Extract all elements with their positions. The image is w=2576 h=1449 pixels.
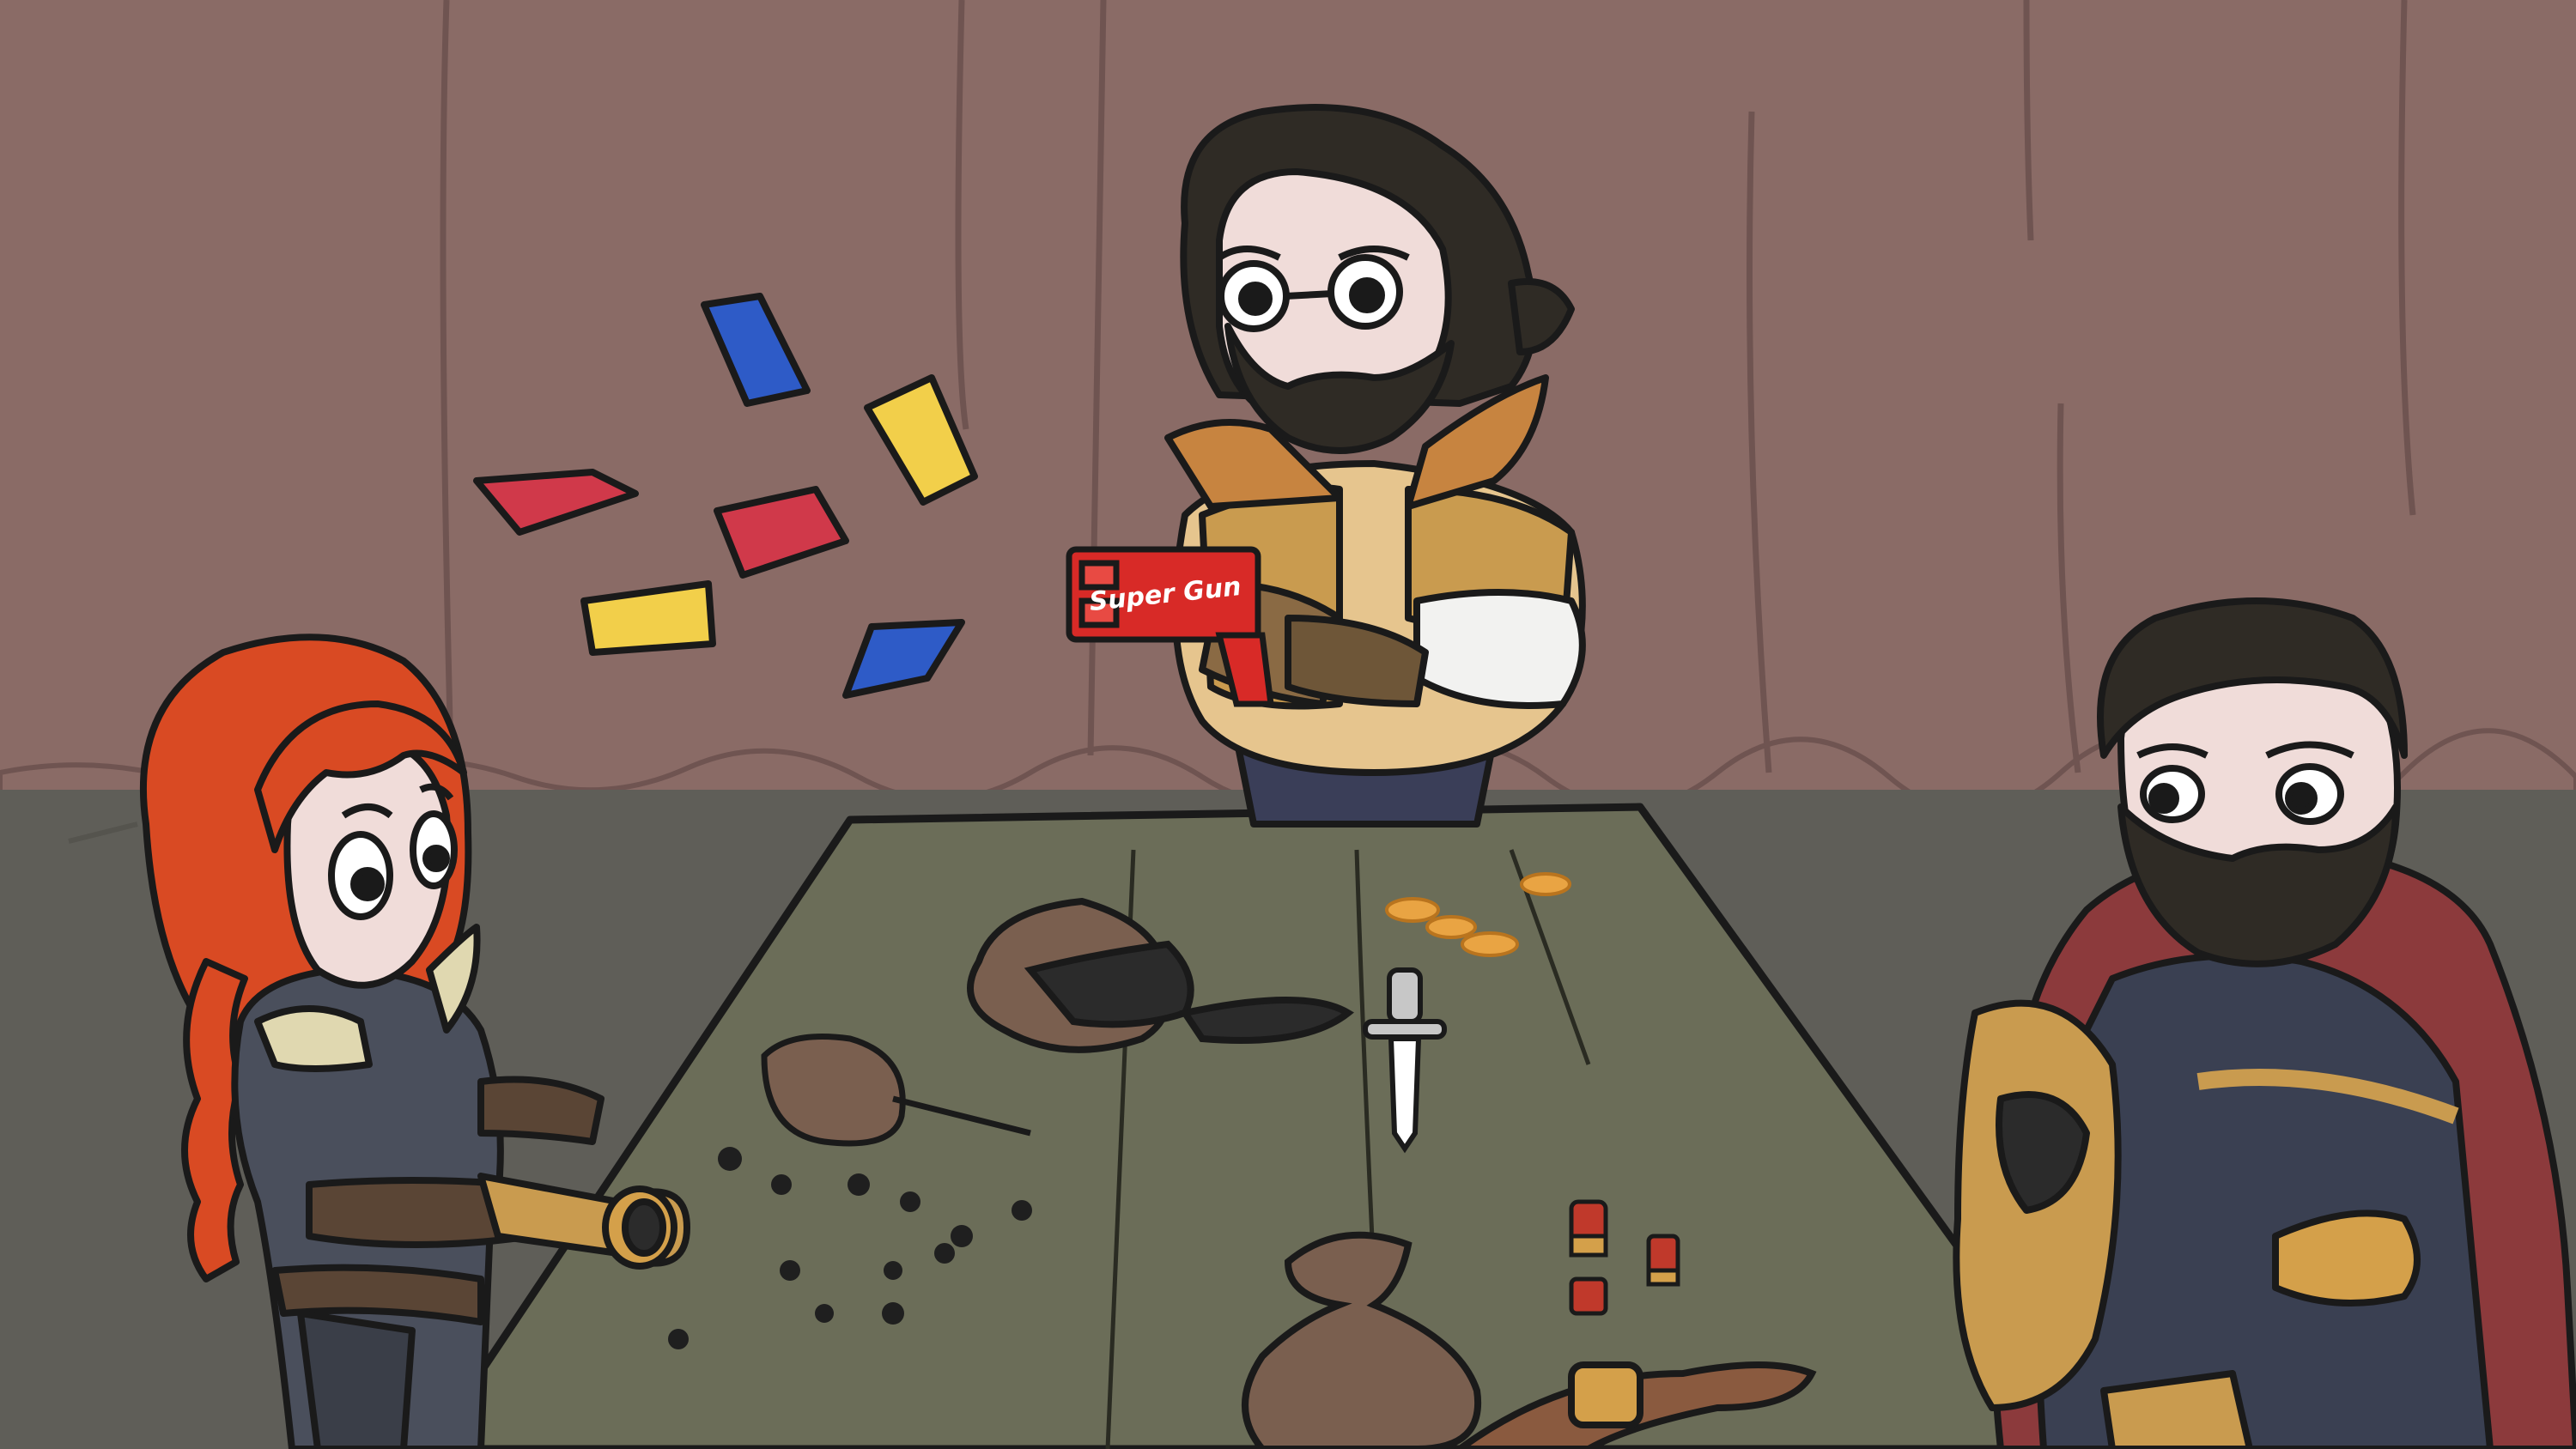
cartoon-scene: Super Gun [0, 0, 2576, 1449]
